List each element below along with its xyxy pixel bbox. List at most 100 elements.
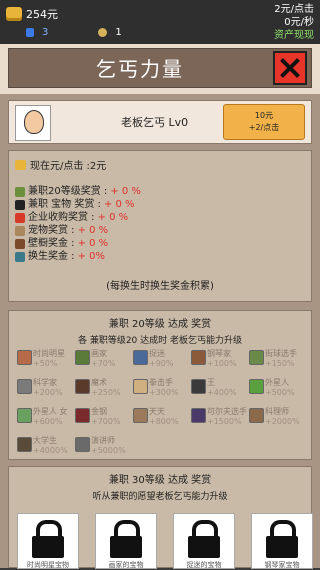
boss-avatar <box>15 105 51 141</box>
job-portrait-icon <box>249 350 264 365</box>
treasure-label: 画家的宝物 <box>108 561 144 569</box>
job-portrait-icon <box>191 350 206 365</box>
job-portrait-icon <box>17 350 32 365</box>
bonus-row: 企业收购奖赏 : + 0 % <box>15 211 141 224</box>
job-bonus: +5000% <box>91 446 126 455</box>
job-bonus: +90% <box>149 359 174 368</box>
job-portrait-icon <box>17 408 32 423</box>
job-bonus: +50% <box>33 359 58 368</box>
bonus-row: 兼职20等级奖赏 : + 0 % <box>15 185 141 198</box>
achievement-grid: 时尚明星 +50% 画家 +70% 捉迷 +90% 钢琴家 +100% 街球选手 +150% 科学家… <box>17 349 307 462</box>
job-name: 时尚明星 <box>33 349 65 358</box>
job-portrait-icon <box>17 379 32 394</box>
achievement-item: 天天 +800% <box>133 407 191 433</box>
bonus-label: 企业收购奖赏 : <box>28 212 95 223</box>
achievement-20-card: 兼职 20等级 达成 奖赏 各 兼职等级20 达成时 老板乞丐能力升级 时尚明星… <box>8 310 312 460</box>
gem-icon <box>26 28 34 37</box>
bonus-row: 壁橱奖金 : + 0 % <box>15 237 141 250</box>
top-status-bar: 254元 3 1 2元/点击 0元/秒 资产现现 <box>0 0 320 44</box>
achievement-item: 街球选手 +150% <box>249 349 307 375</box>
job-name: 魔术 <box>91 378 107 387</box>
bonus-icon <box>15 225 25 236</box>
bonus-icon <box>15 212 25 223</box>
job-portrait-icon <box>75 350 90 365</box>
job-name: 钢琴家 <box>207 349 231 358</box>
achievement-20-subtitle: 各 兼职等级20 达成时 老板乞丐能力升级 <box>77 336 243 346</box>
job-bonus: +400% <box>207 388 237 397</box>
boss-name: 老板乞丐 Lv0 <box>121 116 189 129</box>
achievement-item: 拳击手 +300% <box>133 378 191 404</box>
upgrade-gain: +2/点击 <box>248 123 280 132</box>
bag-count: 1 <box>115 27 122 38</box>
locked-treasure[interactable]: 时尚明星宝物 <box>17 513 79 569</box>
locked-treasure-list: 时尚明星宝物 画家的宝物 捉迷的宝物 钢琴家宝物 <box>17 513 313 569</box>
treasure-label: 钢琴家宝物 <box>264 561 300 569</box>
bonus-icon <box>15 251 25 262</box>
job-name: 演讲师 <box>91 436 115 445</box>
bonus-value: + 0 % <box>77 238 109 249</box>
coin-icon <box>15 159 26 170</box>
title-area: 乞丐力量 <box>0 44 320 94</box>
page-title: 乞丐力量 <box>96 57 184 81</box>
locked-treasure[interactable]: 钢琴家宝物 <box>251 513 313 569</box>
job-portrait-icon <box>133 350 148 365</box>
bonus-label: 兼职20等级奖赏 : <box>28 186 108 197</box>
job-bonus: +700% <box>91 417 121 426</box>
job-name: 外星人 <box>265 378 289 387</box>
locked-treasure[interactable]: 画家的宝物 <box>95 513 157 569</box>
cash-out-button[interactable]: 资产现现 <box>274 29 314 42</box>
achievement-item: 可尔夫选手 +1500% <box>191 407 249 433</box>
job-portrait-icon <box>133 379 148 394</box>
upgrade-price: 10元 <box>254 111 274 120</box>
bonus-list: 兼职20等级奖赏 : + 0 % 兼职 宝物 奖赏 : + 0 % 企业收购奖赏 : + … <box>15 185 141 263</box>
achievement-item: 科学家 +200% <box>17 378 75 404</box>
bonus-icon <box>15 238 25 249</box>
bonus-row: 宠物奖赏 : + 0 % <box>15 224 141 237</box>
coin-icon <box>6 7 22 21</box>
achievement-item: 科理师 +2000% <box>249 407 307 433</box>
money-display: 254元 <box>6 6 58 22</box>
job-bonus: +2000% <box>265 417 300 426</box>
title-bar: 乞丐力量 <box>8 48 312 88</box>
job-bonus: +70% <box>91 359 116 368</box>
achievement-30-card: 兼职 30等级 达成 奖赏 听从兼职的愿望老板乞丐能力升级 时尚明星宝物 画家的宝… <box>8 466 313 569</box>
bonus-icon <box>15 199 25 210</box>
lock-body <box>110 536 142 558</box>
job-bonus: +1500% <box>207 417 242 426</box>
close-button[interactable] <box>273 51 307 85</box>
achievement-item: 外星人 女 +600% <box>17 407 75 433</box>
job-portrait-icon <box>133 408 148 423</box>
job-portrait-icon <box>191 408 206 423</box>
job-portrait-icon <box>75 379 90 394</box>
job-name: 可尔夫选手 <box>207 407 247 416</box>
bonus-icon <box>15 186 25 197</box>
income-header: 现在元/点击 :2元 <box>15 157 106 172</box>
job-name: 画家 <box>91 349 107 358</box>
achievement-item: 捉迷 +90% <box>133 349 191 375</box>
bonus-label: 换生奖金 : <box>28 251 75 262</box>
boss-card: 老板乞丐 Lv0 10元 +2/点击 <box>8 100 312 144</box>
job-name: 科学家 <box>33 378 57 387</box>
achievement-item: 外星人 +500% <box>249 378 307 404</box>
job-bonus: +100% <box>207 359 237 368</box>
achievement-item: 时尚明星 +50% <box>17 349 75 375</box>
gem-display: 3 1 <box>26 27 122 38</box>
job-bonus: +150% <box>265 359 295 368</box>
per-click-rate: 2元/点击 <box>274 4 314 15</box>
job-bonus: +800% <box>149 417 179 426</box>
bonus-value: + 0 % <box>97 212 129 223</box>
job-bonus: +500% <box>265 388 295 397</box>
bag-icon <box>98 28 108 37</box>
job-bonus: +200% <box>33 388 63 397</box>
achievement-item: 魔术 +250% <box>75 378 133 404</box>
achievement-30-subtitle: 听从兼职的愿望老板乞丐能力升级 <box>92 492 228 502</box>
job-portrait-icon <box>249 379 264 394</box>
achievement-item: 金钢 +700% <box>75 407 133 433</box>
job-portrait-icon <box>249 408 264 423</box>
upgrade-button[interactable]: 10元 +2/点击 <box>223 104 305 140</box>
job-name: 天天 <box>149 407 165 416</box>
job-bonus: +600% <box>33 417 63 426</box>
bonus-value: + 0 % <box>103 199 135 210</box>
achievement-item: 演讲师 +5000% <box>75 436 133 462</box>
locked-treasure[interactable]: 捉迷的宝物 <box>173 513 235 569</box>
